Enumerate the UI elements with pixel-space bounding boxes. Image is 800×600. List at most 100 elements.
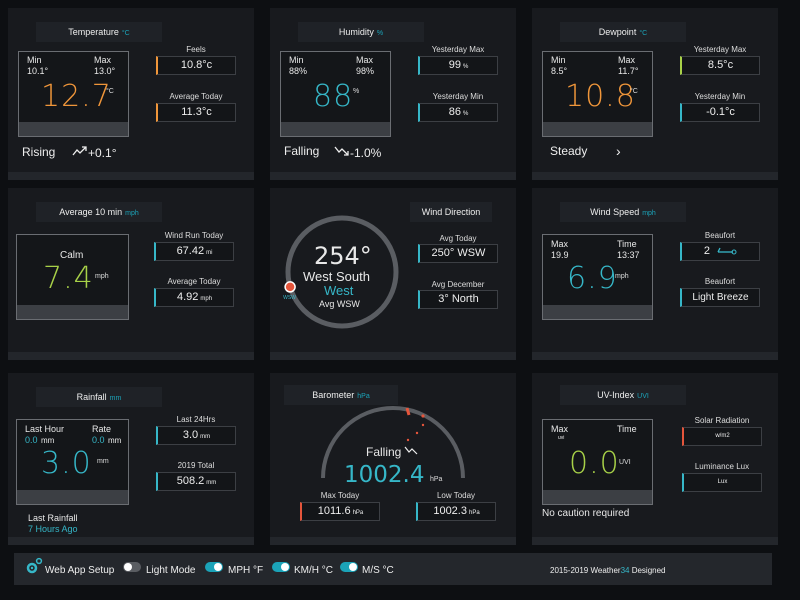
avg-month-label: Avg December bbox=[431, 280, 485, 289]
dewpoint-unit: °C bbox=[630, 88, 638, 95]
avg-wind-unit: mph bbox=[95, 273, 109, 280]
wind-degrees: 254° bbox=[314, 242, 372, 270]
kmh-c-toggle[interactable] bbox=[272, 562, 290, 572]
yesterday-min-label: Yesterday Min bbox=[432, 92, 484, 101]
temperature-current: 12.7 bbox=[41, 79, 112, 114]
temperature-main-box: Min 10.1° Max 13.0° 12.7 °C bbox=[18, 51, 129, 137]
avg-wind-panel: Average 10 min mph Calm 7.4 mph Wind Run … bbox=[8, 188, 254, 360]
last-24h-box: 3.0 mm bbox=[156, 426, 236, 445]
barometer-trend: Falling bbox=[366, 445, 402, 459]
credit-text: 2015-2019 Weather34 Designed bbox=[550, 566, 666, 575]
yesterday-min-box: 86% bbox=[418, 103, 498, 122]
max-label: Max bbox=[551, 424, 569, 434]
dewpoint-panel: Dewpoint °C Min 8.5° Max 11.7° 10.8 °C Ye… bbox=[532, 8, 778, 180]
max-today-label: Max Today bbox=[320, 491, 360, 500]
uv-current: 0.0 bbox=[569, 446, 620, 481]
last-24h-label: Last 24Hrs bbox=[176, 415, 216, 424]
max-value: 11.7° bbox=[618, 66, 639, 76]
trend-value: -1.0% bbox=[350, 146, 382, 160]
direction-line2: West bbox=[324, 283, 354, 298]
temperature-title: Temperature °C bbox=[36, 22, 162, 42]
rate-label: Rate bbox=[92, 424, 112, 434]
dewpoint-main-box: Min 8.5° Max 11.7° 10.8 °C bbox=[542, 51, 653, 137]
chevron-right-icon: › bbox=[616, 143, 621, 159]
avg-wind-title: Average 10 min mph bbox=[36, 202, 162, 222]
dewpoint-title: Dewpoint °C bbox=[560, 22, 686, 42]
ms-c-label: M/S °C bbox=[362, 565, 394, 576]
max-label: Max bbox=[618, 55, 636, 65]
wind-run-label: Wind Run Today bbox=[164, 231, 224, 240]
max-value: 98% bbox=[356, 66, 375, 76]
max-today-box: 1011.6 hPa bbox=[300, 502, 380, 521]
solar-radiation-label: Solar Radiation bbox=[694, 416, 750, 425]
min-value: 10.1° bbox=[27, 66, 49, 76]
barometer-unit: hPa bbox=[430, 476, 443, 483]
year-total-box: 508.2 mm bbox=[156, 472, 236, 491]
wind-speed-unit: mph bbox=[615, 273, 629, 280]
feels-box: 10.8°c bbox=[156, 56, 236, 75]
gear-icon[interactable] bbox=[25, 557, 43, 580]
uv-panel: UV-Index UVI Max uvi Time 0.0 UVI Solar R… bbox=[532, 373, 778, 545]
yesterday-max-label: Yesterday Max bbox=[693, 45, 747, 54]
rate-unit: mm bbox=[108, 436, 122, 445]
max-value: 13.0° bbox=[94, 66, 116, 76]
max-label: Max bbox=[356, 55, 374, 65]
light-mode-toggle[interactable] bbox=[123, 562, 141, 572]
avg-today-box: 250° WSW bbox=[418, 244, 498, 263]
temperature-unit: °C bbox=[106, 88, 114, 95]
min-label: Min bbox=[551, 55, 566, 65]
min-value: 88% bbox=[289, 66, 308, 76]
avg-today-box: 4.92 mph bbox=[154, 288, 234, 307]
wind-run-box: 67.42 mi bbox=[154, 242, 234, 261]
beaufort-label: Beaufort bbox=[704, 231, 736, 240]
rainfall-title: Rainfall mm bbox=[36, 387, 162, 407]
ms-c-toggle[interactable] bbox=[340, 562, 358, 572]
barometer-title: Barometer hPa bbox=[284, 385, 398, 405]
uv-title: UV-Index UVI bbox=[560, 385, 686, 405]
yesterday-min-box: -0.1°c bbox=[680, 103, 760, 122]
max-label: Max bbox=[551, 239, 569, 249]
trend-label: Steady bbox=[550, 144, 588, 158]
trend-label: Rising bbox=[22, 145, 56, 159]
humidity-main-box: Min 88% Max 98% 88 % bbox=[280, 51, 391, 137]
mph-f-label: MPH °F bbox=[228, 565, 264, 576]
last-rainfall-label: Last Rainfall bbox=[28, 513, 78, 523]
time-value: 13:37 bbox=[617, 250, 640, 260]
time-label: Time bbox=[617, 239, 637, 249]
rainfall-panel: Rainfall mm Last Hour 0.0 mm Rate 0.0 mm … bbox=[8, 373, 254, 545]
beaufort-box: 2 bbox=[680, 242, 760, 261]
yesterday-max-box: 8.5°c bbox=[680, 56, 760, 75]
avg-wind-current: 7.4 bbox=[43, 261, 94, 296]
rainfall-current: 3.0 bbox=[41, 446, 92, 481]
max-unit: uvi bbox=[558, 435, 565, 441]
beaufort-desc-label: Beaufort bbox=[704, 277, 736, 286]
trend-down-icon bbox=[404, 443, 418, 461]
humidity-unit: % bbox=[353, 88, 360, 95]
year-total-label: 2019 Total bbox=[177, 461, 215, 470]
last-hour-unit: mm bbox=[41, 436, 55, 445]
barometer-current: 1002.4 bbox=[344, 462, 425, 488]
avg-today-label: Avg Today bbox=[439, 234, 477, 243]
direction-avg: Avg WSW bbox=[319, 299, 360, 309]
last-rainfall-value: 7 Hours Ago bbox=[28, 524, 78, 534]
mph-f-toggle[interactable] bbox=[205, 562, 223, 572]
light-mode-label: Light Mode bbox=[146, 565, 196, 576]
bottom-bar: Web App Setup Light Mode MPH °F KM/H °C … bbox=[14, 553, 772, 585]
min-label: Min bbox=[27, 55, 42, 65]
wind-direction-marker bbox=[284, 281, 296, 293]
max-value: 19.9 bbox=[551, 250, 569, 260]
web-app-setup-button[interactable]: Web App Setup bbox=[45, 565, 114, 576]
wind-speed-main-box: Max 19.9 Time 13:37 6.9 mph bbox=[542, 234, 653, 320]
avg-today-label: Average Today bbox=[167, 277, 221, 286]
direction-line1: West South bbox=[303, 269, 370, 284]
wind-speed-title: Wind Speed mph bbox=[560, 202, 686, 222]
lux-label: Luminance Lux bbox=[694, 462, 750, 471]
trend-up-icon bbox=[72, 145, 88, 160]
wind-speed-panel: Wind Speed mph Max 19.9 Time 13:37 6.9 mp… bbox=[532, 188, 778, 360]
wind-direction-panel: Wind Direction WSW 254° West South West … bbox=[270, 188, 516, 360]
yesterday-max-box: 99% bbox=[418, 56, 498, 75]
yesterday-min-label: Yesterday Min bbox=[694, 92, 746, 101]
trend-down-icon bbox=[334, 145, 350, 160]
yesterday-max-label: Yesterday Max bbox=[431, 45, 485, 54]
min-value: 8.5° bbox=[551, 66, 568, 76]
